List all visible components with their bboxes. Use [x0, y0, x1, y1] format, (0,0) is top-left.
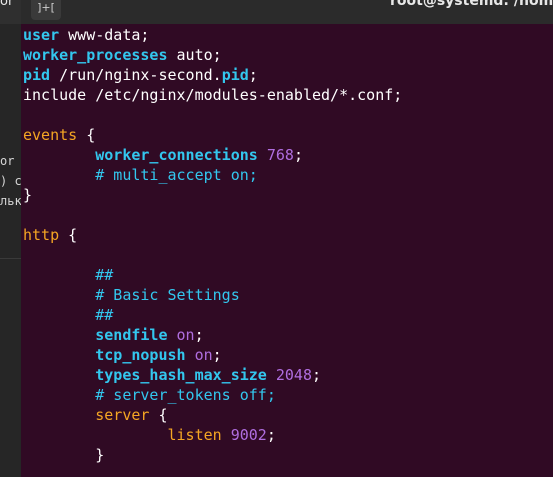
code-token: pid: [23, 66, 51, 84]
code-line: include /etc/nginx/modules-enabled/*.con…: [23, 85, 402, 105]
code-token: # server_tokens off;: [23, 386, 276, 404]
code-token: ;: [194, 326, 204, 344]
code-line: worker_connections 768;: [23, 145, 303, 165]
code-line: http {: [23, 225, 77, 245]
code-editor[interactable]: user www-data; worker_processes auto; pid …: [21, 24, 553, 477]
code-token: {: [77, 126, 96, 144]
new-tab-button[interactable]: ]+[: [31, 0, 61, 20]
code-token: sendfile: [95, 326, 168, 344]
code-line: sendfile on;: [23, 325, 204, 345]
background-window[interactable]: or or ) c льк: [0, 0, 21, 477]
title-bar: ]+[ root@systemd: /home/: [0, 0, 553, 24]
code-token: types_hash_max_size: [95, 366, 267, 384]
code-token: }: [23, 186, 33, 204]
code-line: }: [23, 185, 32, 205]
code-line: types_hash_max_size 2048;: [23, 365, 321, 385]
code-token: http: [23, 226, 60, 244]
code-line: ##: [23, 265, 113, 285]
code-line: listen 9002;: [23, 425, 276, 445]
code-token: ##: [23, 306, 114, 324]
code-token: ;: [212, 346, 222, 364]
background-window-header: or: [0, 0, 21, 24]
code-token: ;: [248, 66, 258, 84]
code-line: server {: [23, 405, 168, 425]
code-token: on: [194, 346, 213, 364]
code-line: worker_processes auto;: [23, 45, 222, 65]
code-line: }: [23, 445, 104, 465]
code-token: tcp_nopush: [95, 346, 186, 364]
code-token: ##: [23, 266, 114, 284]
background-window-title: or: [0, 0, 14, 9]
background-text-line: льк: [0, 194, 21, 208]
code-line: ##: [23, 305, 113, 325]
code-token: # multi_accept on;: [23, 166, 258, 184]
code-token: include /etc/nginx/modules-enabled/*.con…: [23, 86, 403, 104]
code-token: ;: [312, 366, 322, 384]
code-line: # Basic Settings: [23, 285, 240, 305]
background-text-line: or: [0, 154, 15, 168]
code-token: {: [59, 226, 78, 244]
code-token: ;: [266, 426, 276, 444]
code-token: /run/nginx-second.: [50, 66, 222, 84]
code-token: user: [23, 26, 60, 44]
code-token: auto;: [167, 46, 222, 64]
window-title: root@systemd: /home/: [390, 0, 553, 9]
code-token: }: [23, 446, 105, 464]
background-text-line: ) c: [0, 174, 21, 188]
background-window-divider: [0, 258, 21, 259]
code-token: www-data;: [59, 26, 150, 44]
code-token: events: [23, 126, 78, 144]
code-line: user www-data;: [23, 25, 149, 45]
code-line: events {: [23, 125, 95, 145]
code-token: 9002: [230, 426, 267, 444]
terminal-window: ]+[ root@systemd: /home/ or or ) c льк u…: [0, 0, 553, 477]
code-token: 2048: [275, 366, 312, 384]
code-token: {: [149, 406, 168, 424]
code-token: pid: [221, 66, 249, 84]
code-token: 768: [266, 146, 294, 164]
code-line: tcp_nopush on;: [23, 345, 222, 365]
code-token: # Basic Settings: [23, 286, 240, 304]
code-line: # server_tokens off;: [23, 385, 276, 405]
code-token: ;: [293, 146, 303, 164]
code-line: # multi_accept on;: [23, 165, 258, 185]
code-token: server: [95, 406, 150, 424]
code-token: worker_connections: [95, 146, 258, 164]
code-token: on: [176, 326, 195, 344]
code-token: listen: [167, 426, 222, 444]
code-token: worker_processes: [23, 46, 168, 64]
code-line: pid /run/nginx-second.pid;: [23, 65, 258, 85]
